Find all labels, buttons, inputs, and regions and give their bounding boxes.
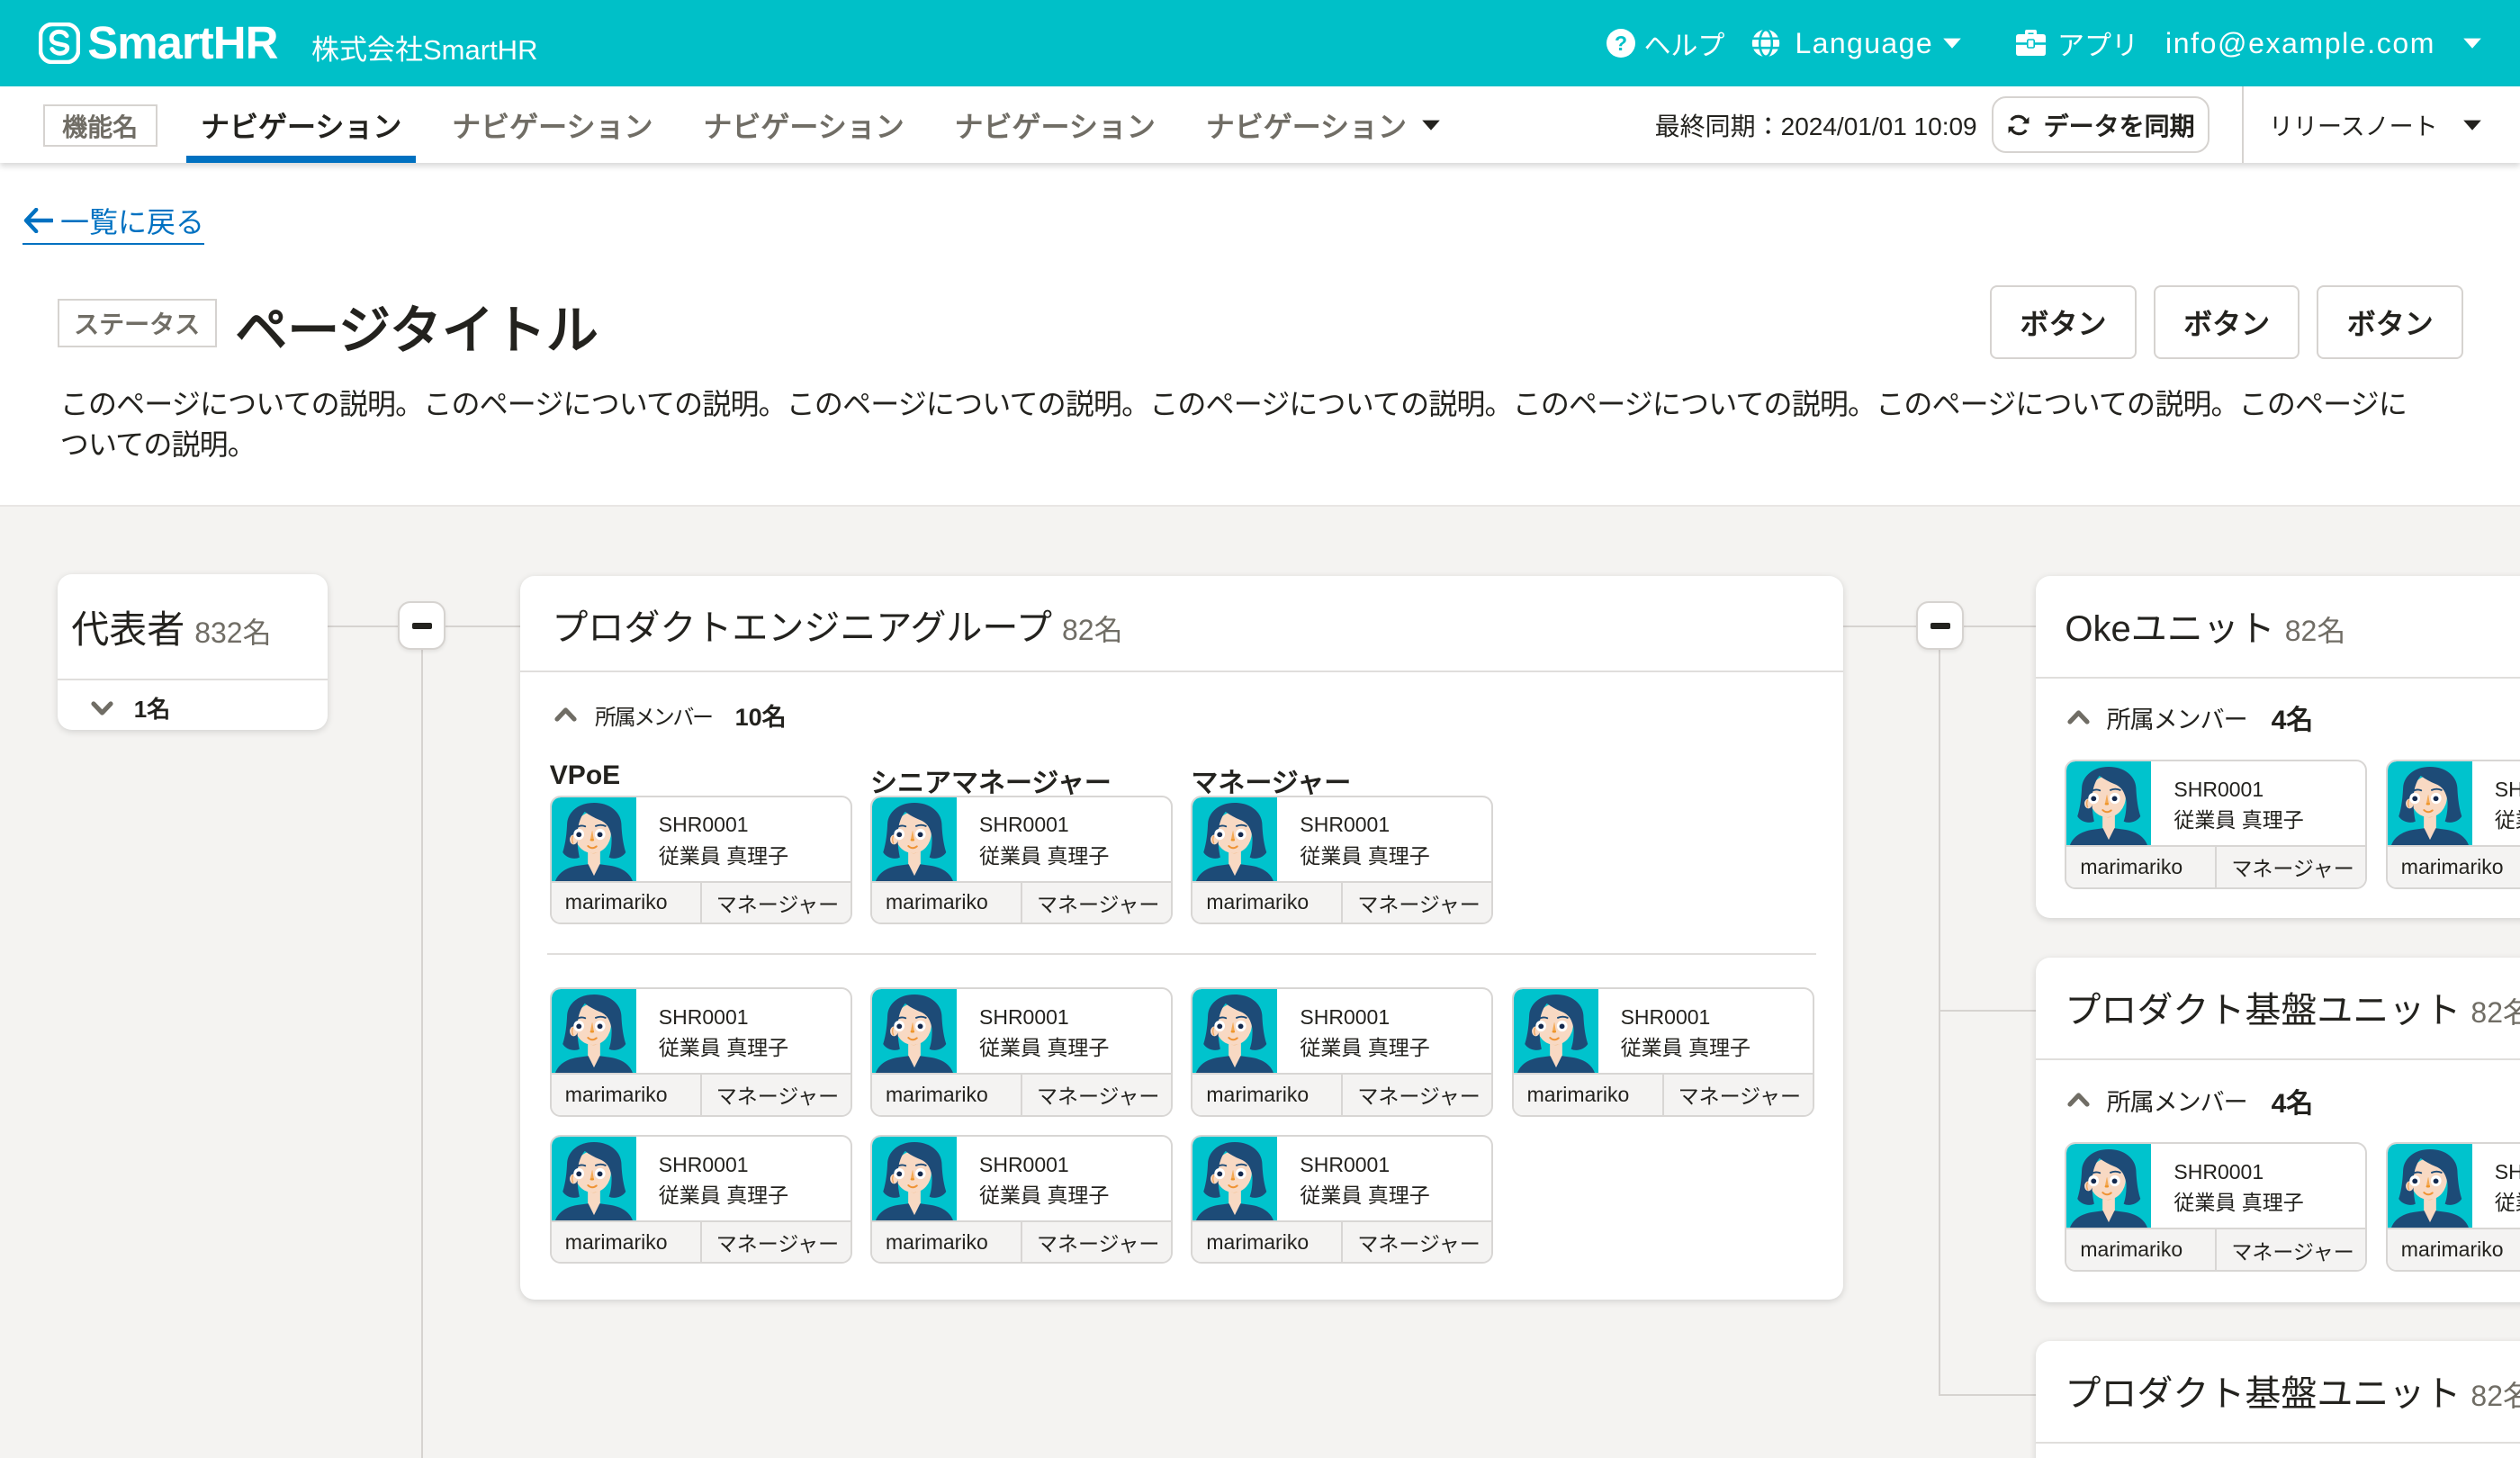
svg-text:?: ? [1615, 32, 1627, 55]
